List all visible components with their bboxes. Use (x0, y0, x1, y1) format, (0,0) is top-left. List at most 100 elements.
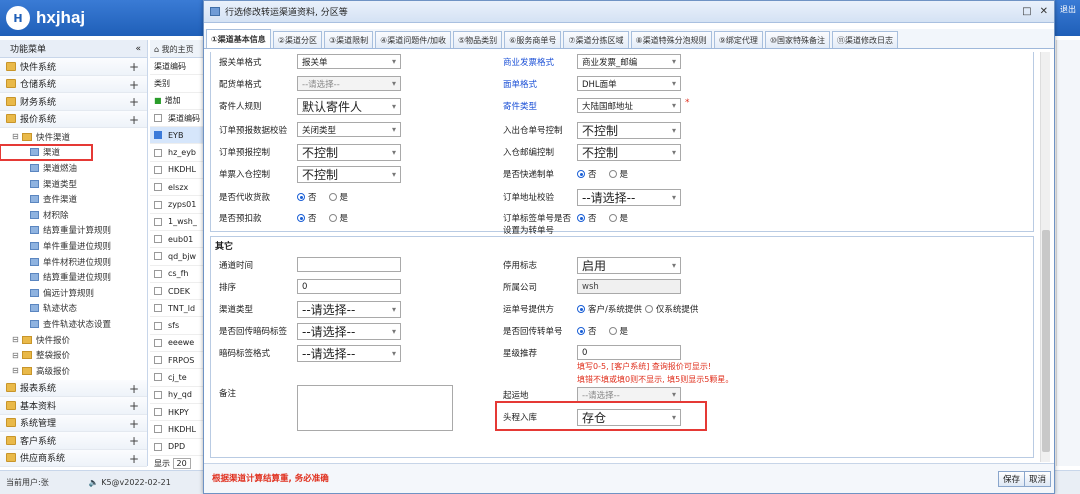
collapse-icon[interactable]: « (135, 44, 141, 54)
tree-item-3[interactable]: 渠道类型 (0, 176, 147, 192)
nav-section-top-0[interactable]: 快件系统 + (0, 58, 147, 76)
radio-group-basic-right-5[interactable]: 否 是 (577, 168, 628, 180)
table-row[interactable]: hz_eyb (150, 144, 209, 162)
tree-item-0[interactable]: ⊟ 快件渠道 (0, 129, 147, 145)
add-button[interactable]: ■ 增加 (150, 93, 209, 110)
input-other-left-0[interactable] (297, 257, 401, 272)
radio-yes[interactable] (328, 214, 337, 222)
radio-option-a[interactable] (577, 305, 585, 313)
expand-icon[interactable]: ⊟ (12, 366, 20, 375)
tree-item-1[interactable]: 渠道 (0, 143, 93, 162)
select-basic-right-6[interactable]: --请选择-- ▾ (577, 189, 681, 206)
row-checkbox[interactable] (154, 131, 162, 140)
row-checkbox[interactable] (154, 183, 162, 192)
tree-item-11[interactable]: 轨迹状态 (0, 301, 147, 317)
tab-3[interactable]: ③渠道限制 (323, 31, 374, 48)
dialog-scrollbar[interactable] (1040, 52, 1050, 462)
radio-yes[interactable] (608, 214, 617, 222)
select-basic-right-3[interactable]: 不控制 ▾ (577, 122, 681, 139)
expand-plus-icon[interactable]: + (129, 399, 139, 413)
row-checkbox[interactable] (154, 269, 162, 278)
nav-section-bottom-4[interactable]: 供应商系统 + (0, 449, 147, 467)
radio-option-b[interactable] (644, 305, 653, 313)
row-checkbox[interactable] (154, 373, 162, 382)
expand-plus-icon[interactable]: + (129, 78, 139, 92)
radio-no[interactable] (577, 327, 585, 335)
tree-item-7[interactable]: 单件重量进位规则 (0, 238, 147, 254)
table-row[interactable]: sfs (150, 317, 209, 335)
row-checkbox[interactable] (154, 390, 162, 399)
select-basic-left-1[interactable]: --请选择-- ▾ (297, 76, 401, 91)
radio-yes[interactable] (608, 327, 617, 335)
input-other-right-4[interactable]: 0 (577, 345, 681, 360)
select-basic-left-2[interactable]: 默认寄件人 ▾ (297, 98, 401, 115)
tab-7[interactable]: ⑦渠道分拣区域 (563, 31, 629, 48)
row-checkbox[interactable] (154, 304, 162, 313)
cancel-button[interactable]: 取消 (1024, 471, 1052, 487)
expand-plus-icon[interactable]: + (129, 417, 139, 431)
radio-group-basic-left-6[interactable]: 否 是 (297, 191, 348, 203)
expand-icon[interactable]: ⊟ (12, 132, 20, 141)
expand-plus-icon[interactable]: + (129, 434, 139, 448)
select-basic-left-4[interactable]: 不控制 ▾ (297, 144, 401, 161)
table-row[interactable]: zyps01 (150, 196, 209, 214)
tree-item-10[interactable]: 偏远计算规则 (0, 285, 147, 301)
select-basic-right-0[interactable]: 商业发票_邮编 ▾ (577, 54, 681, 69)
table-row[interactable]: eub01 (150, 231, 209, 249)
radio-group-basic-right-7[interactable]: 否 是 (577, 212, 628, 224)
table-row[interactable]: cs_fh (150, 266, 209, 283)
row-checkbox[interactable] (154, 148, 162, 157)
tab-5[interactable]: ⑤物品类别 (453, 31, 503, 48)
tab-10[interactable]: ⑩国家特殊备注 (764, 31, 831, 48)
tab-2[interactable]: ②渠道分区 (272, 31, 322, 48)
close-icon[interactable]: ✕ (1040, 6, 1048, 17)
select-basic-right-4[interactable]: 不控制 ▾ (577, 144, 681, 161)
nav-section-top-2[interactable]: 财务系统 + (0, 93, 147, 111)
radio-group-basic-left-7[interactable]: 否 是 (297, 212, 348, 224)
nav-section-top-1[interactable]: 仓储系统 + (0, 75, 147, 93)
logout-link[interactable]: 退出 (1060, 4, 1076, 15)
row-checkbox[interactable] (154, 408, 162, 417)
select-other-left-2[interactable]: --请选择-- ▾ (297, 301, 401, 318)
table-row[interactable]: TNT_ld (150, 300, 209, 318)
table-row[interactable]: eeewe (150, 335, 209, 353)
nav-section-top-3[interactable]: 报价系统 + (0, 110, 147, 128)
expand-plus-icon[interactable]: + (129, 452, 139, 466)
expand-plus-icon[interactable]: + (129, 60, 139, 74)
row-checkbox[interactable] (154, 356, 162, 365)
table-row[interactable]: CDEK (150, 283, 209, 301)
row-checkbox[interactable] (154, 442, 162, 451)
row-checkbox[interactable] (154, 200, 162, 209)
tree-item-9[interactable]: 结算重量进位规则 (0, 269, 147, 285)
radio-yes[interactable] (328, 193, 337, 201)
nav-section-bottom-3[interactable]: 客户系统 + (0, 432, 147, 450)
tab-9[interactable]: ⑨绑定代理 (713, 31, 763, 48)
table-row[interactable]: HKDHL (150, 162, 209, 180)
select-basic-left-5[interactable]: 不控制 ▾ (297, 166, 401, 183)
tree-item-5[interactable]: 材积除 (0, 207, 147, 223)
input-other-right-1[interactable]: wsh (577, 279, 681, 294)
table-row[interactable]: HKDHL (150, 421, 209, 439)
table-row[interactable]: hy_qd (150, 387, 209, 404)
scrollbar-thumb[interactable] (1042, 230, 1050, 452)
remarks-textarea[interactable] (297, 385, 453, 431)
select-other-left-3[interactable]: --请选择-- ▾ (297, 323, 401, 340)
tree-item-2[interactable]: 渠道燃油 (0, 160, 147, 176)
table-row[interactable]: qd_bjw (150, 248, 209, 266)
row-checkbox[interactable] (154, 338, 162, 347)
nav-section-bottom-2[interactable]: 系统管理 + (0, 414, 147, 432)
table-row[interactable]: 1_wsh_ (150, 214, 209, 231)
radio-no[interactable] (297, 214, 305, 222)
select-basic-left-3[interactable]: 关闭类型 ▾ (297, 122, 401, 137)
nav-section-bottom-0[interactable]: 报表系统 + (0, 379, 147, 397)
input-other-left-1[interactable]: 0 (297, 279, 401, 294)
row-checkbox[interactable] (154, 321, 162, 330)
tree-item-13[interactable]: ⊟ 快件报价 (0, 332, 147, 348)
table-row[interactable]: DPD (150, 439, 209, 456)
select-other-right-5[interactable]: --请选择-- ▾ (577, 387, 681, 402)
table-row[interactable]: FRPOS (150, 352, 209, 370)
tree-item-6[interactable]: 结算重量计算规则 (0, 223, 147, 239)
dialog-titlebar[interactable]: 行选修改转运渠道资料, 分区等 □ ✕ (204, 1, 1054, 23)
tab-1[interactable]: ①渠道基本信息 (206, 29, 271, 48)
select-other-right-0[interactable]: 启用 ▾ (577, 257, 681, 274)
